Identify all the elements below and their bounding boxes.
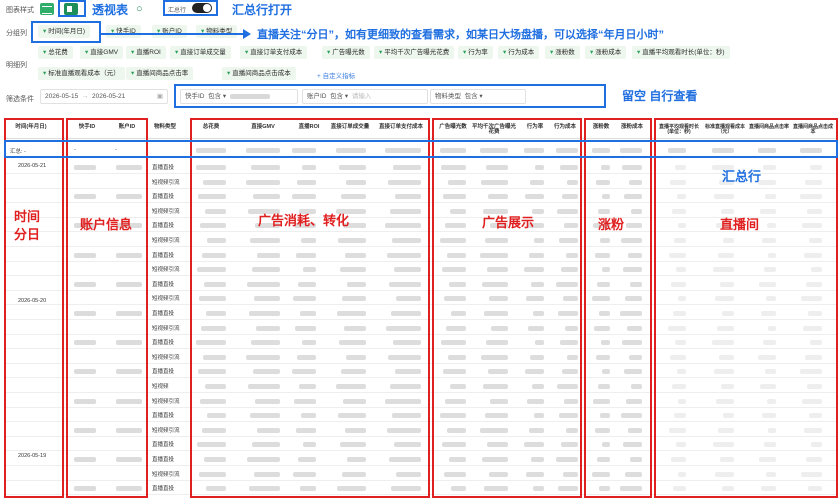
kuaishou-id-filter[interactable]: 快手ID 包含 ▾ (180, 89, 298, 104)
arrow-head-icon (243, 29, 251, 39)
time-column-box (4, 118, 64, 498)
pivot-style-icon[interactable] (64, 3, 78, 17)
table-style-icon[interactable] (40, 3, 54, 17)
material-type-cell: 短视频引流 (152, 472, 180, 478)
detail-chip[interactable]: ▾ 涨粉数 (545, 46, 580, 59)
detail-chip[interactable]: ▾ 涨粉成本 (585, 46, 627, 59)
detail-chip[interactable]: ▾ 行为成本 (498, 46, 540, 59)
detail-chip[interactable]: ▾ 直播平均观看时长(单位：秒) (632, 46, 730, 59)
fans-columns-box (584, 118, 652, 498)
summary-toggle[interactable] (192, 3, 212, 13)
group-chip-kuaishou-id[interactable]: ▾ 快手ID (106, 25, 141, 38)
date-range-picker[interactable]: 2026-05-15 → 2026-05-21 ▣ (40, 89, 168, 104)
material-type-cell: 短视频引流 (152, 296, 180, 302)
material-type-cell: 短视频引流 (152, 428, 180, 434)
ad-show-columns-box (432, 118, 582, 498)
add-custom-metric-link[interactable]: + 自定义指标 (317, 70, 355, 80)
detail-chip[interactable]: ▾ 直播ROI (126, 46, 166, 59)
ad-cost-annotation: 广告消耗、转化 (258, 213, 350, 228)
detail-columns-label: 明细列 (6, 62, 27, 69)
material-type-cell: 短视频引流 (152, 399, 180, 405)
account-columns-box (66, 118, 148, 498)
chart-style-label: 图表样式 (6, 7, 34, 14)
material-type-cell: 短视频引流 (152, 326, 180, 332)
material-type-cell: 短视频引流 (152, 355, 180, 361)
pivot-annotation: 透视表 (92, 3, 129, 17)
detail-chip[interactable]: ▾ 总花费 (38, 46, 73, 59)
detail-chip[interactable]: ▾ 直播间商品点击率 (126, 67, 194, 80)
summary-annotation: 汇总行打开 (232, 3, 293, 17)
account-id-filter[interactable]: 账户ID 包含 ▾ 请输入 (302, 89, 428, 104)
group-chip-account-id[interactable]: ▾ 账户ID (152, 25, 187, 38)
material-type-cell: 直播直投 (152, 223, 175, 229)
fans-annotation: 涨粉 (598, 217, 625, 232)
material-type-cell: 直播直投 (152, 442, 175, 448)
detail-chip[interactable]: ▾ 行为率 (458, 46, 493, 59)
material-type-cell: 直播直投 (152, 165, 175, 171)
material-type-cell: 直播直投 (152, 194, 175, 200)
time-annotation: 时间 分日 (14, 209, 41, 242)
ad-cost-columns-box (190, 118, 430, 498)
header-material[interactable]: 物料类型 (150, 124, 180, 135)
summary-row-annotation: 汇总行 (722, 169, 762, 184)
calendar-icon: ▣ (156, 93, 163, 100)
filters-label: 筛选条件 (6, 96, 34, 103)
detail-chip[interactable]: ▾ 标准直播观看成本（元） (38, 67, 125, 80)
detail-chip[interactable]: ▾ 直接订单支付成本 (240, 46, 308, 59)
material-filter[interactable]: 物料类型 包含 ▾ (430, 89, 526, 104)
material-type-cell: 直播直投 (152, 413, 175, 419)
group-columns-label: 分组列 (6, 30, 27, 37)
material-type-cell: 直播直投 (152, 457, 175, 463)
material-type-cell: 直播直投 (152, 340, 175, 346)
detail-chip[interactable]: ▾ 直播间商品点击成本 (222, 67, 296, 80)
material-type-cell: 直播直投 (152, 282, 175, 288)
group-annotation: 直播关注“分日”，如有更细致的查看需求，如某日大场盘播，可以选择“年月日小时” (257, 29, 664, 41)
ad-show-annotation: 广告展示 (482, 215, 535, 230)
material-type-cell: 直播直投 (152, 369, 175, 375)
material-type-cell: 短视频引流 (152, 180, 180, 186)
arrow-line (101, 33, 247, 35)
material-type-cell: 短视频引流 (152, 267, 180, 273)
material-type-cell: 直播直投 (152, 486, 175, 492)
detail-chip[interactable]: ▾ 广告曝光数 (322, 46, 370, 59)
material-type-cell: 短视频引流 (152, 238, 180, 244)
group-chip-time[interactable]: ▾ 时间(年月日) (38, 25, 91, 38)
group-chip-material[interactable]: ▾ 物料类型 (196, 25, 238, 38)
pivot-dot-icon: ○ (136, 3, 143, 15)
filters-annotation: 留空 自行查看 (622, 89, 698, 103)
material-type-cell: 短视频引流 (152, 209, 180, 215)
summary-row-box (4, 140, 838, 158)
detail-chip[interactable]: ▾ 平均千次广告曝光花费 (374, 46, 455, 59)
summary-toggle-label: 汇总行 (168, 8, 187, 14)
material-type-cell: 短视频 (152, 384, 169, 390)
account-annotation: 账户信息 (80, 217, 133, 232)
material-type-cell: 直播直投 (152, 311, 175, 317)
detail-chip[interactable]: ▾ 直接订单成交量 (170, 46, 231, 59)
material-type-cell: 直播直投 (152, 253, 175, 259)
live-annotation: 直播间 (720, 217, 760, 232)
detail-chip[interactable]: ▾ 直接GMV (80, 46, 124, 59)
